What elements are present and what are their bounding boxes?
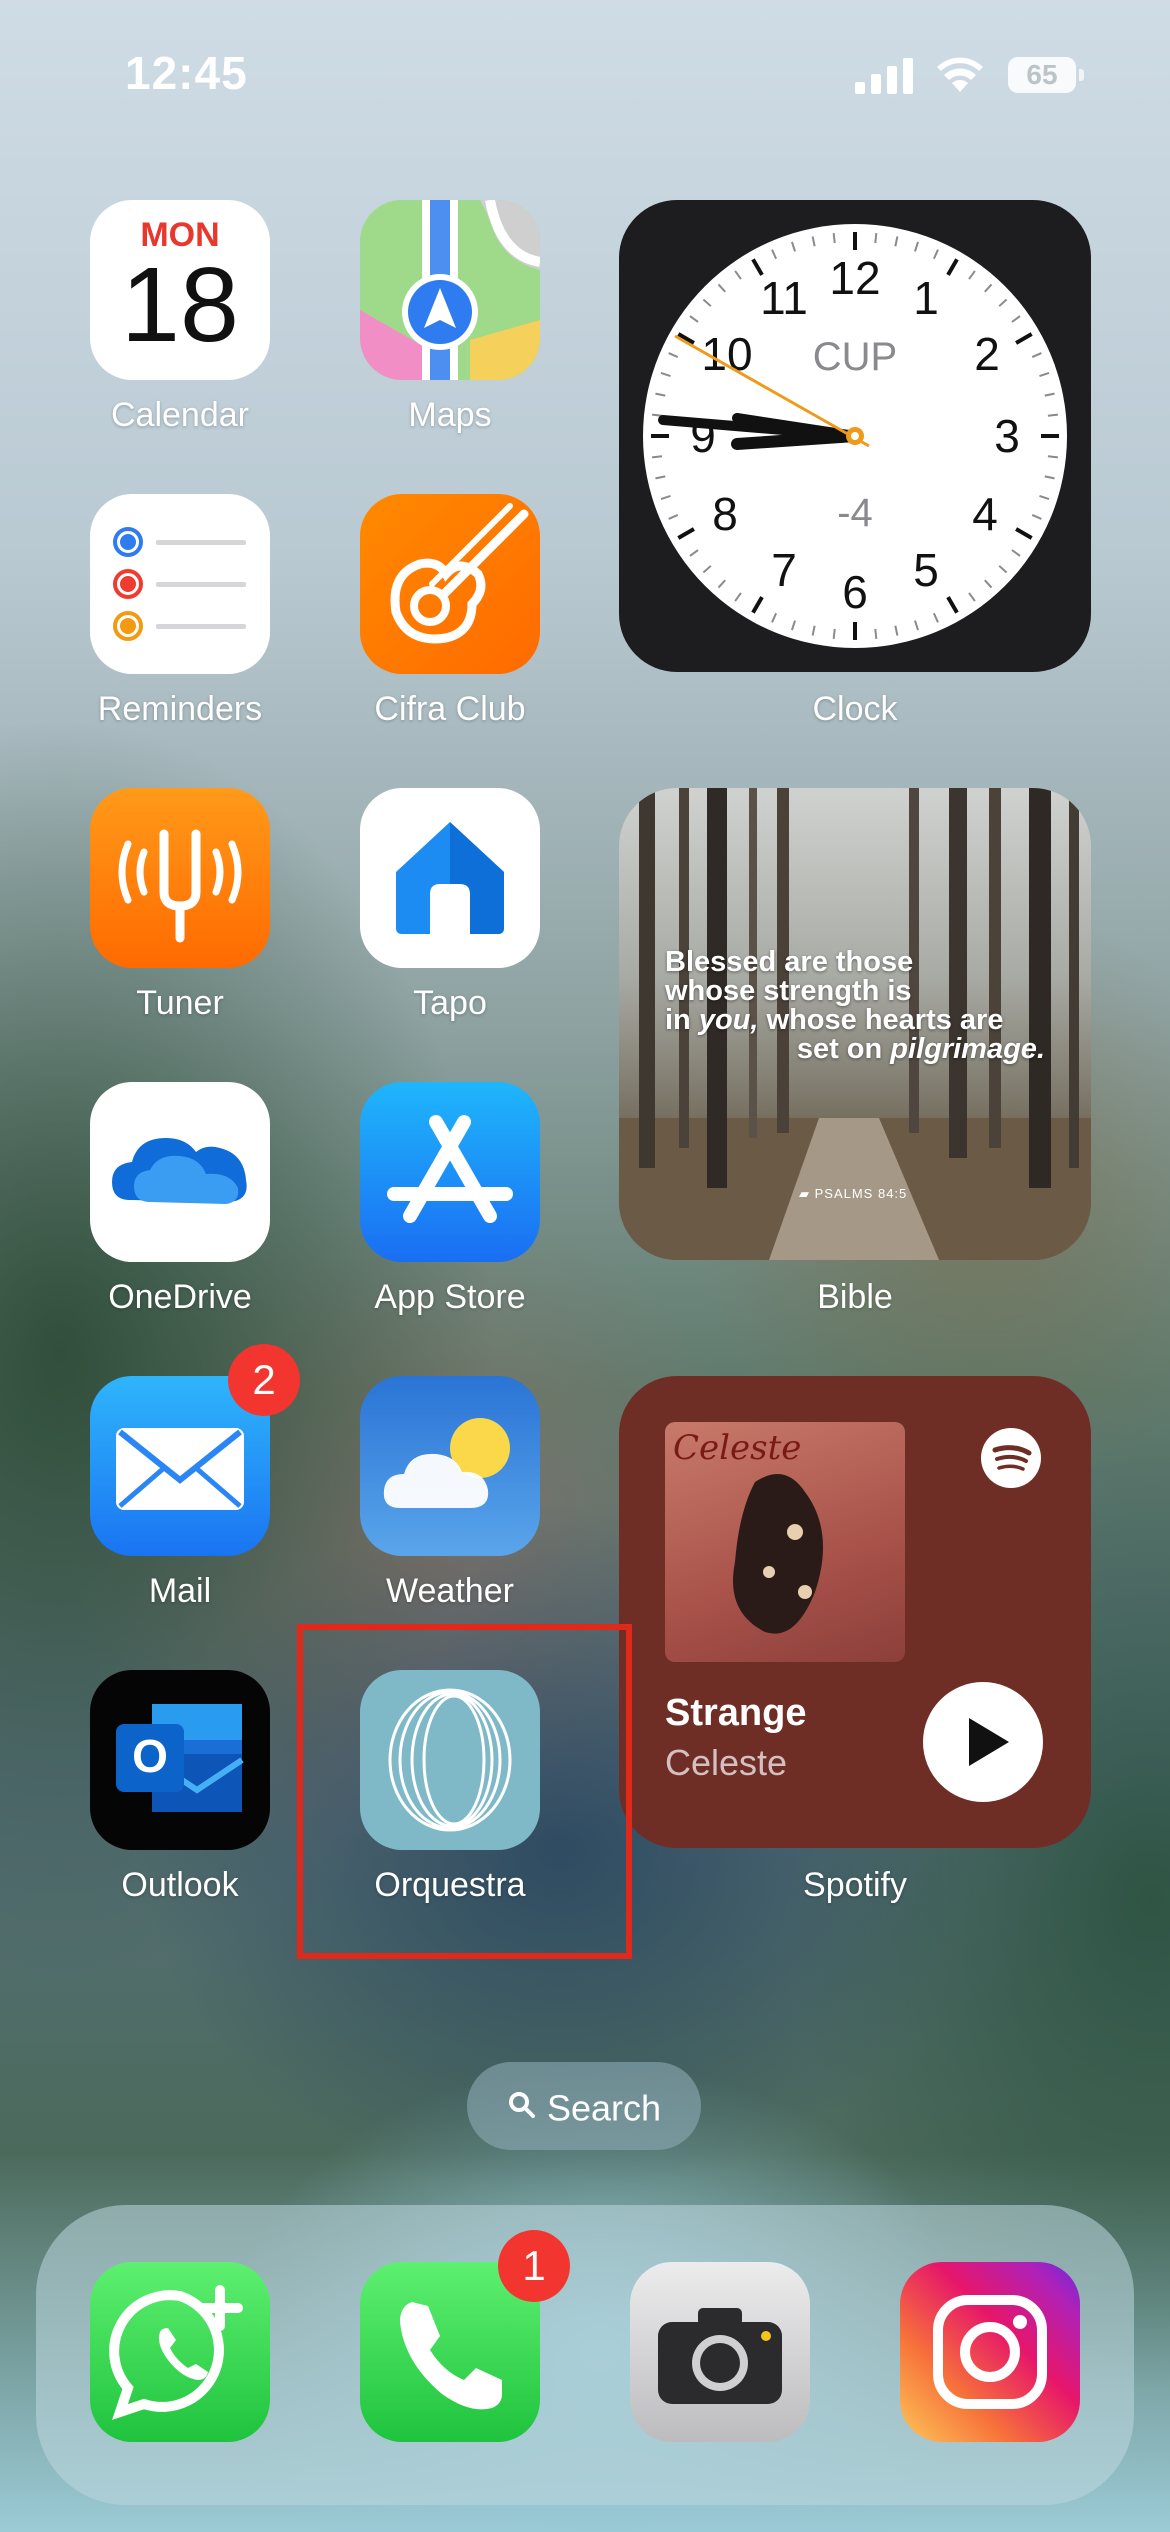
onedrive-label: OneDrive [108,1278,252,1316]
reminders-list-icon [113,527,246,641]
reminders-app-icon[interactable] [90,494,270,674]
camera-app-icon[interactable] [630,2262,810,2442]
clock-tick [874,233,878,244]
track-title: Strange [665,1692,807,1734]
play-icon [969,1718,1009,1766]
verse-line: Blessed are those [665,946,914,978]
app-store-icon [387,1115,513,1223]
weather-label: Weather [386,1572,514,1610]
clock-widget[interactable]: 12 1 2 3 4 5 6 7 8 9 10 11 CUP -4 [619,200,1091,672]
bible-reference: ▰ PSALMS 84:5 [799,1186,908,1201]
tuner-app-icon[interactable] [90,788,270,968]
verse-line: in you, whose hearts are [665,1004,1004,1036]
app-store-app-icon[interactable] [360,1082,540,1262]
phone-badge: 1 [498,2230,570,2302]
guitar-icon [390,503,529,644]
album-title-text: Celeste [673,1428,802,1468]
cellular-signal-icon [855,58,913,94]
clock-tick [652,455,663,459]
clock-number: 5 [913,544,939,596]
partly-cloudy-icon [383,1418,510,1508]
calendar-date: 18 [121,246,239,364]
tapo-label: Tapo [413,984,487,1022]
verse-line: set on pilgrimage. [796,1033,1045,1065]
clock-tick [1047,455,1058,459]
album-art[interactable]: Celeste [665,1422,905,1662]
maps-app-icon[interactable] [360,200,540,380]
cloud-icon [112,1138,247,1204]
clock-number: 2 [974,328,1000,380]
maps-icon [360,200,540,380]
spotify-logo-icon [981,1428,1041,1488]
reminders-label: Reminders [97,690,263,728]
outlook-icon: O [116,1704,244,1812]
bible-verse: Blessed are those whose strength is in y… [619,948,1091,1064]
app-store-label: App Store [374,1278,526,1316]
clock-number: 3 [994,410,1020,462]
track-artist: Celeste [665,1742,788,1783]
play-button[interactable] [923,1682,1043,1802]
clock-number: 6 [842,566,868,618]
tapo-app-icon[interactable] [360,788,540,968]
mail-label: Mail [148,1572,212,1610]
clock-tick [1047,413,1058,417]
clock-minute-hand-stub [731,430,861,450]
whatsapp-icon [109,2285,243,2420]
status-time: 12:45 [125,47,248,99]
calendar-app-icon[interactable]: MON 18 [90,200,270,380]
clock-city: CUP [813,335,897,379]
status-bar: 12:45 65 [0,0,1170,150]
search-button[interactable]: Search [467,2062,701,2150]
svg-text:O: O [132,1730,168,1782]
clock-number: 12 [829,252,880,304]
analog-clock-face: 12 1 2 3 4 5 6 7 8 9 10 11 CUP -4 [643,224,1067,648]
tuning-fork-icon [118,829,242,943]
wifi-icon [937,57,983,92]
spotify-label: Spotify [803,1866,907,1904]
clock-number: 11 [760,272,808,324]
onedrive-app-icon[interactable] [90,1082,270,1262]
battery-icon: 65 [1008,57,1084,93]
instagram-app-icon[interactable] [900,2262,1080,2442]
maps-label: Maps [408,396,492,434]
search-label: Search [546,2087,662,2129]
weather-app-icon[interactable] [360,1376,540,1556]
clock-tick [874,628,878,639]
calendar-label: Calendar [111,396,249,434]
tapo-house-icon [396,822,504,934]
cifra-club-app-icon[interactable] [360,494,540,674]
clock-number: 1 [913,272,939,324]
clock-tick [832,628,836,639]
instagram-icon [933,2295,1047,2409]
clock-number: 8 [712,488,738,540]
tuner-label: Tuner [136,984,224,1022]
verse-line: whose strength is [665,975,912,1007]
clock-number: 4 [972,488,998,540]
outlook-app-icon[interactable]: O [90,1670,270,1850]
bible-icon: ▰ [799,1186,815,1201]
clock-tick [832,233,836,244]
highlight-box [297,1624,632,1959]
bible-label: Bible [817,1278,893,1316]
outlook-label: Outlook [121,1866,239,1904]
whatsapp-app-icon[interactable] [90,2262,270,2442]
camera-icon [658,2308,782,2404]
battery-level: 65 [1026,59,1058,90]
clock-label: Clock [812,690,898,728]
bible-widget[interactable]: Blessed are those whose strength is in y… [619,788,1091,1260]
spotify-widget[interactable]: Celeste Strange Celeste [619,1376,1091,1848]
cifra-club-label: Cifra Club [374,690,526,728]
search-icon [507,2064,537,2152]
clock-tick [652,413,663,417]
clock-number: 7 [771,544,797,596]
clock-offset: -4 [837,491,873,535]
mail-badge: 2 [228,1344,300,1416]
